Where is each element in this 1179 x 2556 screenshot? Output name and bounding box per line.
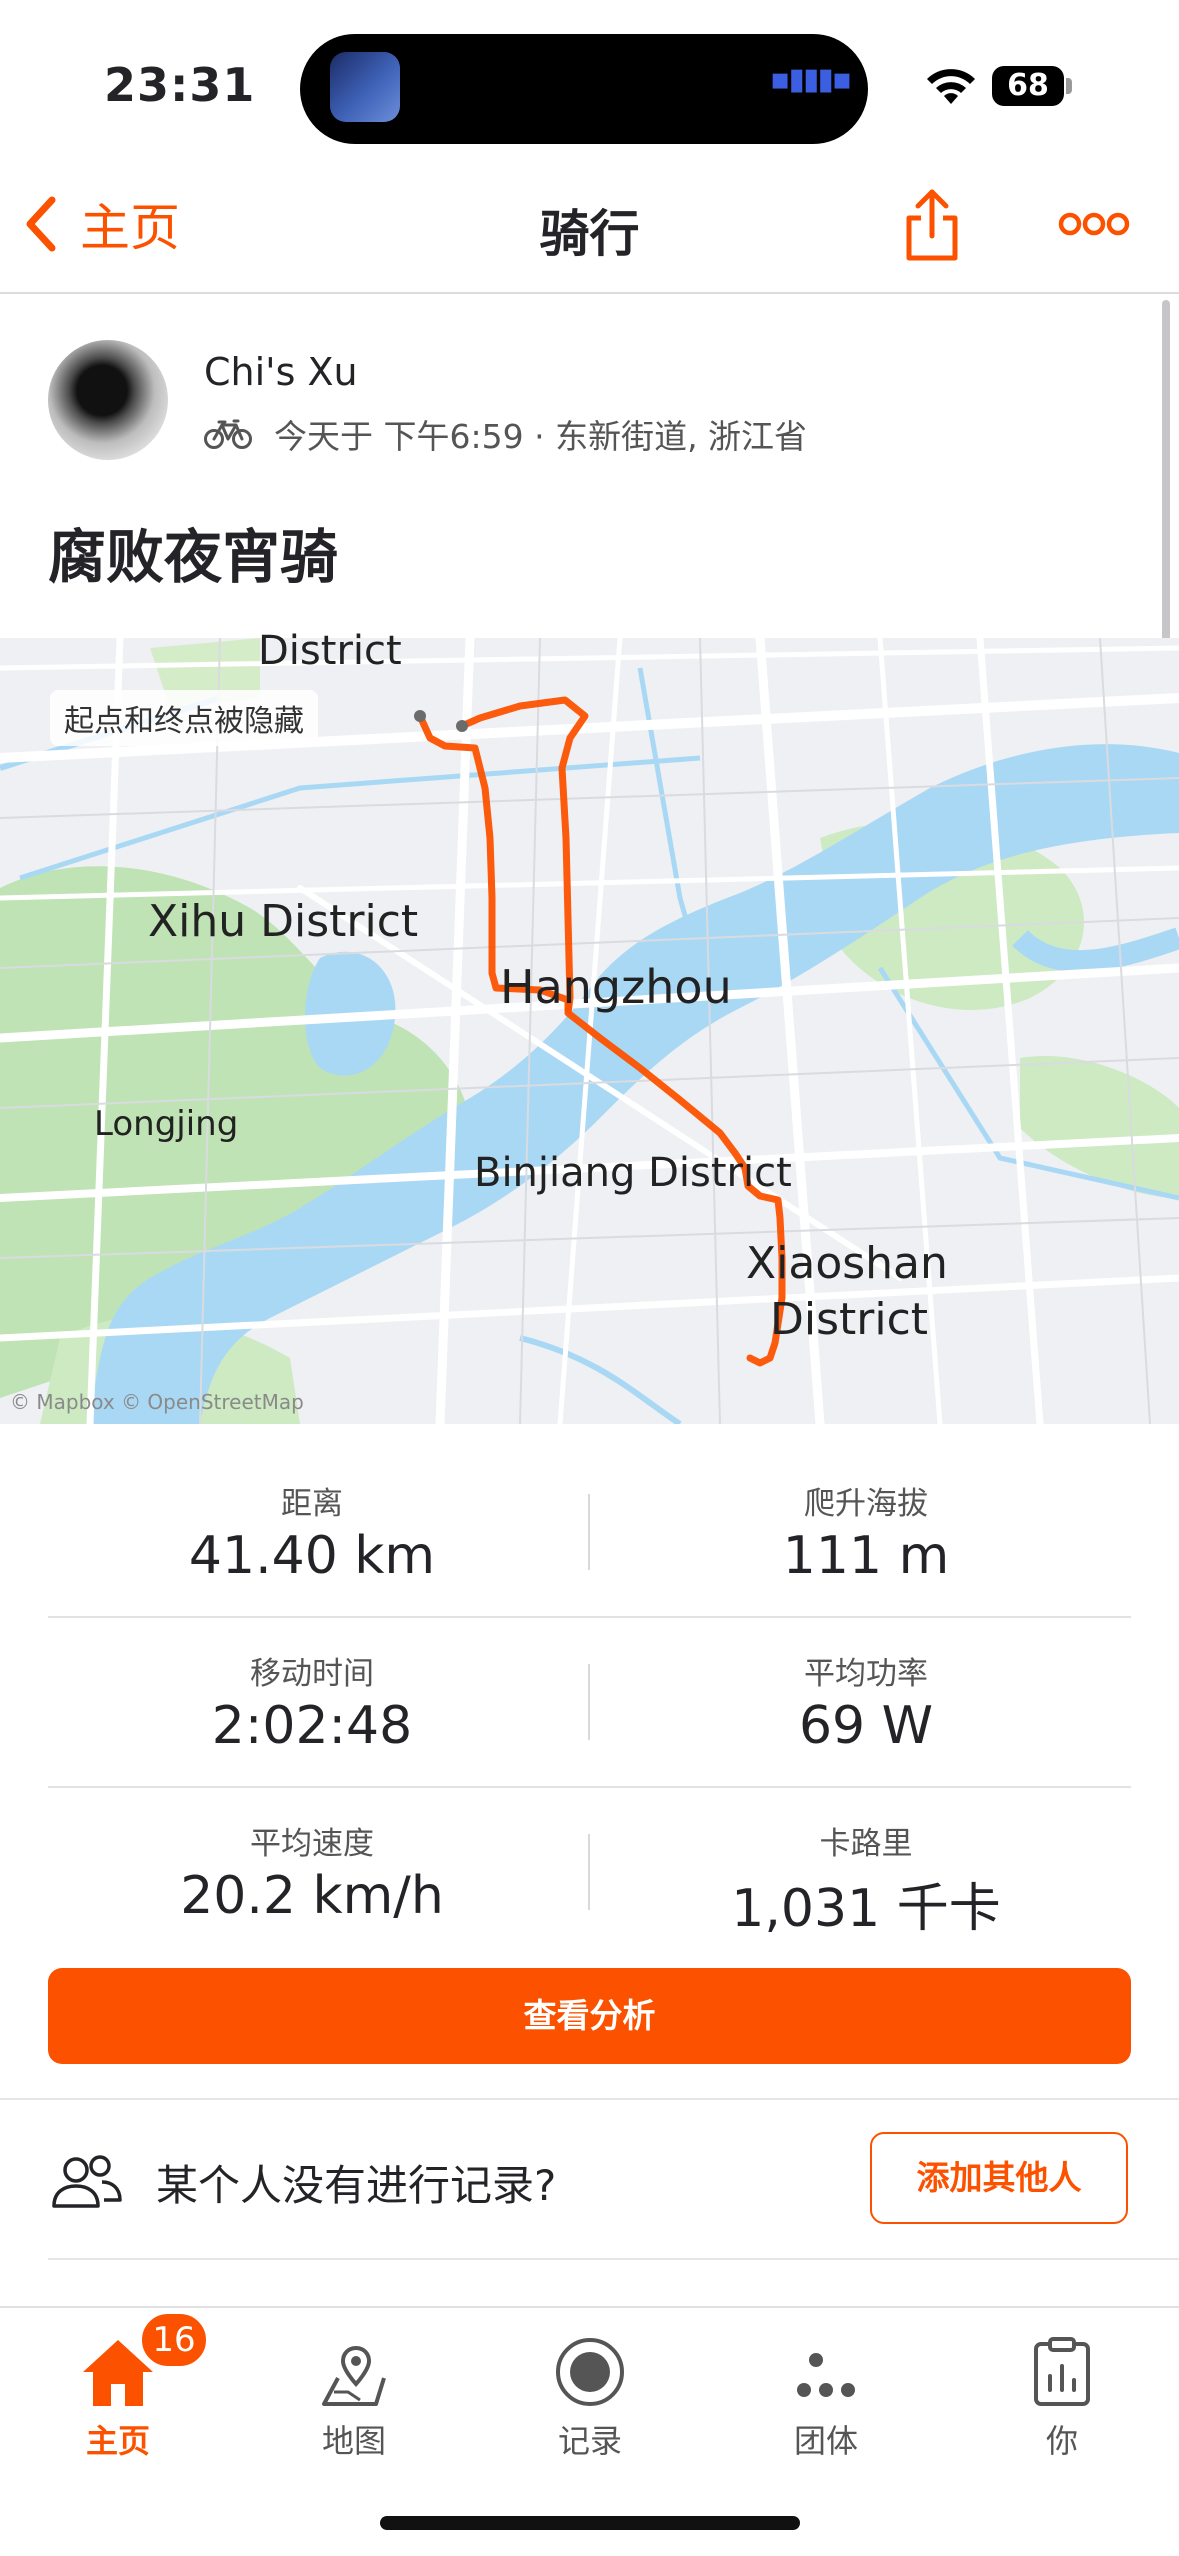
map-label-xihu: Xihu District	[148, 896, 419, 947]
stat-divider	[588, 1834, 590, 1910]
stat-label-calories: 卡路里	[819, 1826, 913, 1862]
stat-row-divider	[48, 1616, 1131, 1618]
map-label-district: District	[258, 628, 402, 674]
tabbar-divider	[0, 2306, 1179, 2308]
athlete-name[interactable]: Chi's Xu	[204, 350, 358, 394]
wifi-icon	[924, 66, 978, 110]
privacy-note: 起点和终点被隐藏	[50, 690, 318, 746]
stat-label-avg-power: 平均功率	[804, 1656, 928, 1692]
tab-map[interactable]: 地图	[236, 2316, 472, 2466]
stat-label-avg-speed: 平均速度	[250, 1826, 374, 1862]
map-attribution[interactable]: © Mapbox © OpenStreetMap	[10, 1390, 304, 1414]
map-label-longjing: Longjing	[94, 1104, 239, 1144]
tab-record-label: 记录	[557, 2422, 622, 2460]
stat-label-moving-time: 移动时间	[250, 1656, 374, 1692]
map-label-binjiang: Binjiang District	[474, 1150, 792, 1196]
section-divider	[48, 2258, 1179, 2260]
stat-value-elevation: 111 m	[782, 1526, 950, 1586]
map-label-xiaoshan-district: District	[770, 1294, 929, 1345]
view-analysis-button[interactable]: 查看分析	[48, 1968, 1131, 2064]
stat-divider	[588, 1664, 590, 1740]
stat-value-moving-time: 2:02:48	[211, 1696, 413, 1756]
tab-you[interactable]: 你	[944, 2316, 1179, 2466]
tab-home-label: 主页	[85, 2422, 150, 2460]
section-divider	[0, 2098, 1179, 2100]
notification-badge: 16	[138, 2310, 210, 2370]
map-label-hangzhou: Hangzhou	[500, 960, 732, 1014]
page-title: 骑行	[539, 205, 640, 263]
now-playing-artwork[interactable]	[330, 52, 400, 122]
stat-value-avg-speed: 20.2 km/h	[180, 1866, 444, 1926]
map-label-xiaoshan: Xiaoshan	[746, 1238, 948, 1289]
stat-divider	[588, 1494, 590, 1570]
avatar[interactable]	[48, 340, 168, 460]
stat-row-divider	[48, 1786, 1131, 1788]
more-options-icon[interactable]	[1058, 210, 1130, 242]
record-icon	[556, 2338, 624, 2406]
battery-cap	[1066, 78, 1072, 94]
tab-you-label: 你	[1045, 2422, 1078, 2460]
nav-divider	[0, 292, 1179, 294]
tab-record[interactable]: 记录	[472, 2316, 708, 2466]
route-map[interactable]	[0, 638, 1179, 1424]
status-time: 23:31	[104, 58, 256, 112]
groups-icon	[797, 2353, 855, 2397]
people-icon	[50, 2152, 122, 2216]
stat-value-distance: 41.40 km	[188, 1526, 436, 1586]
activity-meta: 今天于 下午6:59 · 东新街道, 浙江省	[204, 410, 807, 458]
battery-indicator: 68	[992, 66, 1064, 106]
tab-map-label: 地图	[321, 2422, 386, 2460]
stat-label-elevation: 爬升海拔	[804, 1486, 928, 1522]
audio-wave-icon: ▪▮▮▮▪	[770, 62, 852, 97]
home-indicator[interactable]	[380, 2516, 800, 2530]
bike-icon	[204, 419, 252, 449]
clipboard-icon	[1034, 2337, 1090, 2406]
tab-groups[interactable]: 团体	[708, 2316, 944, 2466]
stat-label-distance: 距离	[281, 1486, 343, 1522]
missing-people-text: 某个人没有进行记录?	[156, 2161, 557, 2210]
add-others-button[interactable]: 添加其他人	[870, 2132, 1128, 2224]
stat-value-avg-power: 69 W	[798, 1696, 934, 1756]
stat-value-calories: 1,031 千卡	[731, 1879, 1001, 1939]
map-icon	[322, 2345, 386, 2406]
activity-title: 腐败夜宵骑	[48, 523, 339, 591]
tab-groups-label: 团体	[793, 2422, 858, 2460]
share-icon[interactable]	[903, 186, 961, 268]
activity-meta-text: 今天于 下午6:59 · 东新街道, 浙江省	[274, 417, 808, 456]
